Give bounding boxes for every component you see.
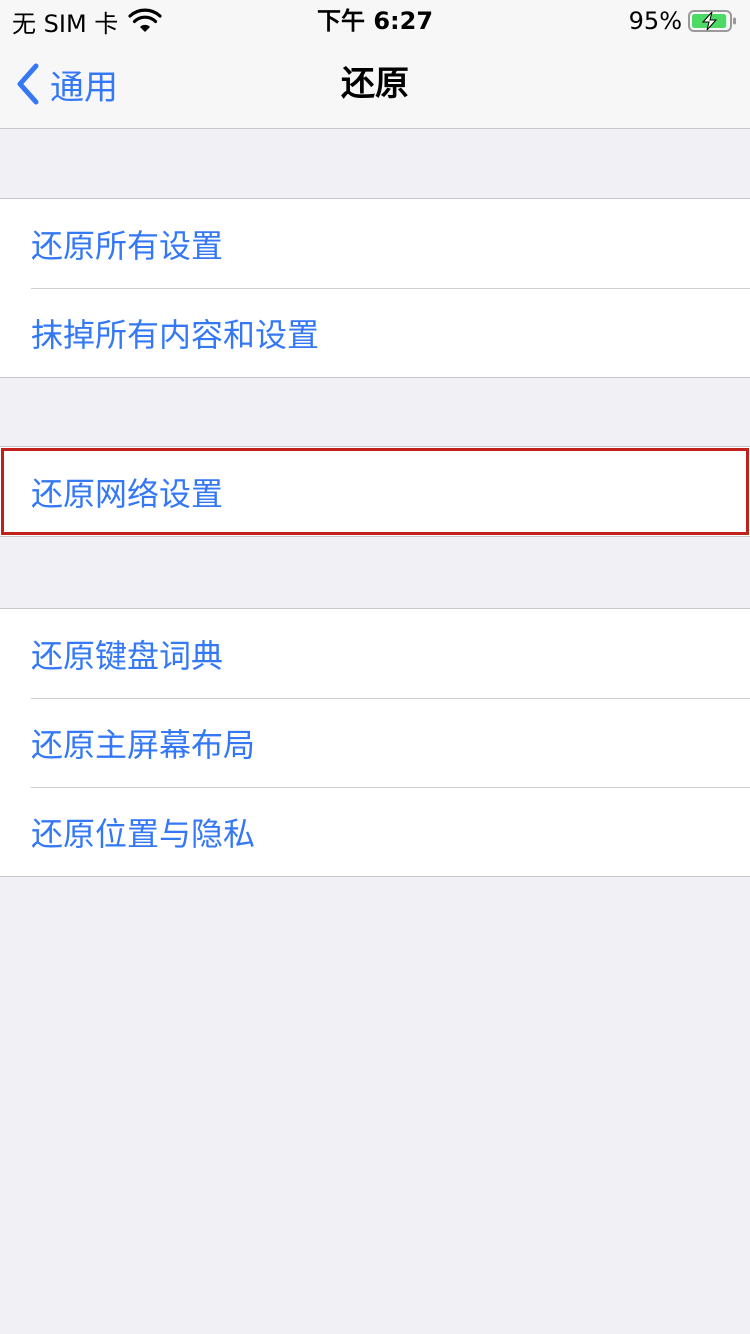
reset-group-3: 还原键盘词典 还原主屏幕布局 还原位置与隐私 xyxy=(0,608,750,877)
status-bar: 无 SIM 卡 下午 6:27 95% xyxy=(0,0,750,40)
reset-group-1: 还原所有设置 抹掉所有内容和设置 xyxy=(0,198,750,378)
reset-location-privacy-row[interactable]: 还原位置与隐私 xyxy=(0,787,750,876)
reset-home-screen-layout-row[interactable]: 还原主屏幕布局 xyxy=(0,698,750,787)
status-right: 95% xyxy=(629,4,738,38)
reset-keyboard-dictionary-row[interactable]: 还原键盘词典 xyxy=(0,609,750,698)
battery-charging-icon xyxy=(688,10,736,32)
page-title: 还原 xyxy=(341,64,409,104)
reset-group-2: 还原网络设置 xyxy=(0,446,750,537)
navigation-bar: 通用 还原 xyxy=(0,40,750,129)
battery-percentage: 95% xyxy=(628,7,682,35)
erase-all-content-row[interactable]: 抹掉所有内容和设置 xyxy=(0,288,750,377)
reset-all-settings-row[interactable]: 还原所有设置 xyxy=(0,199,750,288)
reset-network-settings-row[interactable]: 还原网络设置 xyxy=(0,447,750,536)
reset-settings-screen: 无 SIM 卡 下午 6:27 95% 通用 还原 还原所有设置 抹掉所有内容和… xyxy=(0,0,750,1334)
